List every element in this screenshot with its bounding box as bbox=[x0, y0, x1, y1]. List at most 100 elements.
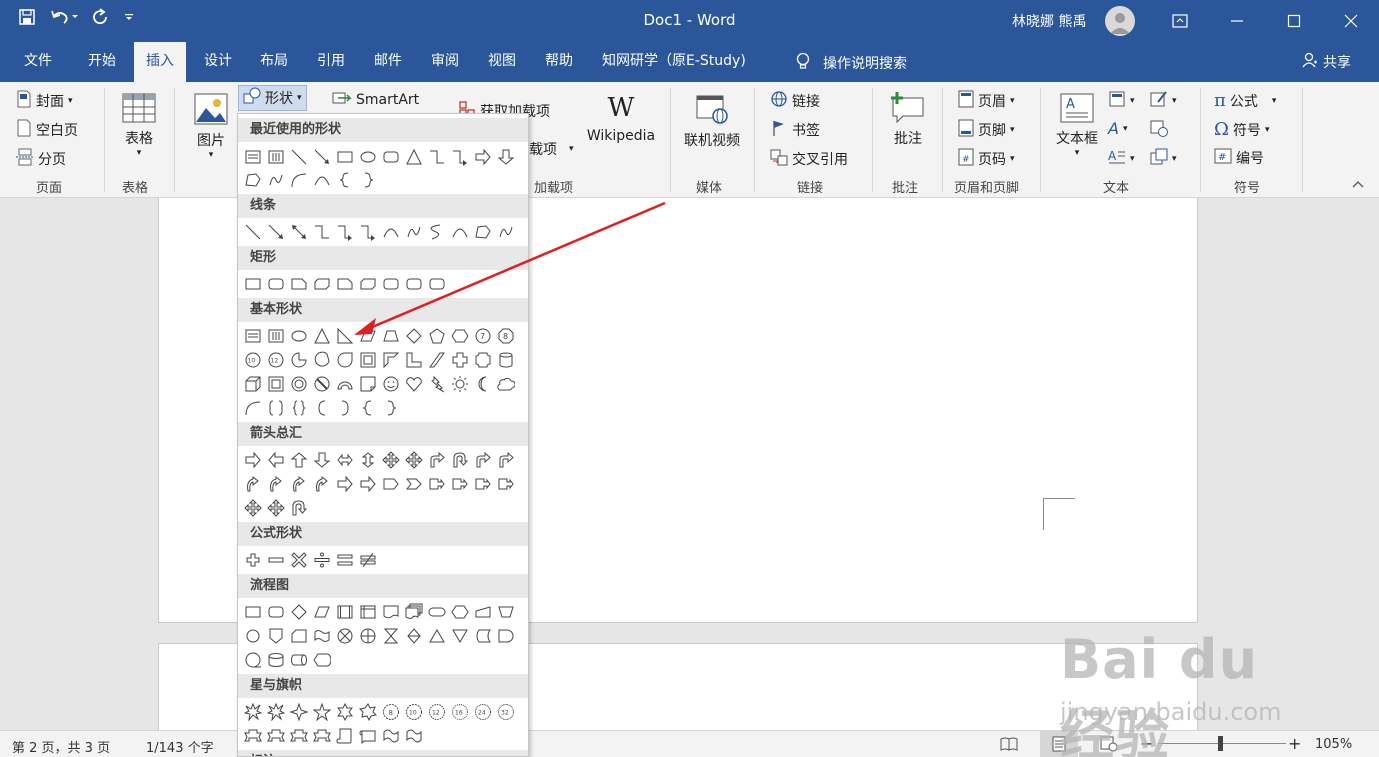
shape-pie-icon[interactable] bbox=[288, 349, 310, 371]
shape-oct-icon[interactable]: 8 bbox=[495, 325, 517, 347]
shape-can-icon[interactable] bbox=[495, 349, 517, 371]
shape-seqaccess-icon[interactable] bbox=[242, 649, 264, 671]
share-button[interactable]: 共享 bbox=[1302, 52, 1351, 72]
textbox-button[interactable]: A 文本框 ▾ bbox=[1052, 92, 1102, 158]
shape-lshape-icon[interactable] bbox=[403, 349, 425, 371]
my-addins-button[interactable]: 载项 ▾ bbox=[529, 139, 574, 159]
shape-blockarc-icon[interactable] bbox=[334, 373, 356, 395]
shape-lrarrow-icon[interactable] bbox=[334, 449, 356, 471]
shape-seal10-icon[interactable]: 10 bbox=[403, 701, 425, 723]
shape-callarrow-icon[interactable] bbox=[426, 473, 448, 495]
tab-help[interactable]: 帮助 bbox=[533, 42, 585, 82]
shape-bolt-icon[interactable] bbox=[426, 373, 448, 395]
shape-snip-icon[interactable] bbox=[334, 273, 356, 295]
shape-directaccess-icon[interactable] bbox=[288, 649, 310, 671]
user-name[interactable]: 林晓娜 熊禹 bbox=[1012, 11, 1086, 31]
shape-display-icon[interactable] bbox=[311, 649, 333, 671]
online-video-button[interactable]: 联机视频 bbox=[680, 92, 744, 150]
shape-curvearrow-icon[interactable] bbox=[242, 473, 264, 495]
shape-orshape-icon[interactable] bbox=[357, 625, 379, 647]
shape-wave-icon[interactable] bbox=[380, 725, 402, 747]
shape-trap-icon[interactable] bbox=[380, 325, 402, 347]
quick-parts-button[interactable]: ▾ bbox=[1108, 90, 1135, 112]
wordart-button[interactable]: A ▾ bbox=[1108, 119, 1127, 138]
shape-rarrow-icon[interactable] bbox=[472, 146, 494, 168]
shape-seal16-icon[interactable]: 16 bbox=[449, 701, 471, 723]
shape-star6-icon[interactable] bbox=[334, 701, 356, 723]
shape-div-icon[interactable] bbox=[311, 549, 333, 571]
page-break-button[interactable]: 分页 bbox=[16, 148, 66, 170]
zoom-level[interactable]: 105% bbox=[1315, 737, 1352, 752]
footer-button[interactable]: 页脚 ▾ bbox=[958, 119, 1015, 141]
shape-freeform-icon[interactable] bbox=[242, 169, 264, 191]
shape-curvearrow-icon[interactable] bbox=[265, 473, 287, 495]
shape-magdisk-icon[interactable] bbox=[265, 649, 287, 671]
shape-teardrop-icon[interactable] bbox=[334, 349, 356, 371]
minimize-icon[interactable] bbox=[1208, 0, 1265, 42]
shape-diag-icon[interactable] bbox=[426, 349, 448, 371]
tab-home[interactable]: 开始 bbox=[76, 42, 128, 82]
shape-ribbon-icon[interactable] bbox=[311, 725, 333, 747]
shape-bentarrow-icon[interactable] bbox=[495, 449, 517, 471]
shape-lbrace-icon[interactable] bbox=[334, 169, 356, 191]
signature-line-button[interactable]: ▾ bbox=[1150, 90, 1177, 112]
shape-scroll-icon[interactable] bbox=[334, 725, 356, 747]
shape-hex-icon[interactable] bbox=[449, 601, 471, 623]
shape-cube-icon[interactable] bbox=[242, 373, 264, 395]
shape-merge-icon[interactable] bbox=[449, 625, 471, 647]
shape-darrow-icon[interactable] bbox=[495, 146, 517, 168]
shape-punchtape-icon[interactable] bbox=[311, 625, 333, 647]
shape-internal-icon[interactable] bbox=[357, 601, 379, 623]
shape-halfframe-icon[interactable] bbox=[380, 349, 402, 371]
shape-bevel-icon[interactable] bbox=[265, 373, 287, 395]
shape-star5-icon[interactable] bbox=[311, 701, 333, 723]
shape-rarrow-icon[interactable] bbox=[242, 449, 264, 471]
shape-quadarrow-icon[interactable] bbox=[403, 449, 425, 471]
shape-squiggle-icon[interactable] bbox=[426, 221, 448, 243]
shape-callarrow-icon[interactable] bbox=[472, 473, 494, 495]
shape-textbox-icon[interactable] bbox=[242, 146, 264, 168]
shape-quadarrow-icon[interactable] bbox=[265, 497, 287, 519]
tell-me-search[interactable]: 操作说明搜索 bbox=[795, 52, 907, 74]
header-button[interactable]: 页眉 ▾ bbox=[958, 90, 1015, 112]
shape-manualop-icon[interactable] bbox=[495, 601, 517, 623]
shape-seal32-icon[interactable]: 32 bbox=[495, 701, 517, 723]
shape-plus-icon[interactable] bbox=[242, 549, 264, 571]
shape-scribble-icon[interactable] bbox=[265, 169, 287, 191]
shape-bentarrow-icon[interactable] bbox=[472, 449, 494, 471]
shape-mult-icon[interactable] bbox=[288, 549, 310, 571]
shape-rrect-icon[interactable] bbox=[426, 273, 448, 295]
word-count[interactable]: 1/143 个字 bbox=[146, 737, 214, 756]
shape-equal-icon[interactable] bbox=[334, 549, 356, 571]
shape-curvearrow-icon[interactable] bbox=[311, 473, 333, 495]
shape-tri-icon[interactable] bbox=[403, 146, 425, 168]
shape-smiley-icon[interactable] bbox=[380, 373, 402, 395]
shape-ribbon-icon[interactable] bbox=[288, 725, 310, 747]
shape-lbrace-icon[interactable] bbox=[357, 397, 379, 419]
shape-seal12-icon[interactable]: 12 bbox=[426, 701, 448, 723]
shape-callarrow-icon[interactable] bbox=[449, 473, 471, 495]
shape-rect-icon[interactable] bbox=[242, 273, 264, 295]
shape-star4-icon[interactable] bbox=[288, 701, 310, 723]
shape-plaque-icon[interactable] bbox=[472, 349, 494, 371]
tab-estudy[interactable]: 知网研学（原E-Study) bbox=[590, 42, 758, 82]
shape-rbrace-icon[interactable] bbox=[357, 169, 379, 191]
shapes-button[interactable]: 形状 ▾ bbox=[238, 85, 307, 111]
shape-elbowarrow-icon[interactable] bbox=[334, 221, 356, 243]
comment-button[interactable]: 批注 bbox=[886, 90, 930, 148]
shape-udarrow-icon[interactable] bbox=[357, 449, 379, 471]
shape-rrect-icon[interactable] bbox=[380, 146, 402, 168]
shape-elbow-icon[interactable] bbox=[311, 221, 333, 243]
collapse-ribbon-icon[interactable] bbox=[1352, 180, 1364, 188]
shape-curvearrow-icon[interactable] bbox=[288, 473, 310, 495]
shape-freeform-icon[interactable] bbox=[472, 221, 494, 243]
shape-scribble-icon[interactable] bbox=[403, 221, 425, 243]
shape-brackets-icon[interactable] bbox=[265, 397, 287, 419]
shape-pentarrow-icon[interactable] bbox=[380, 473, 402, 495]
avatar[interactable] bbox=[1105, 6, 1135, 36]
shape-card-icon[interactable] bbox=[288, 625, 310, 647]
shape-lbracket-icon[interactable] bbox=[311, 397, 333, 419]
shape-para-icon[interactable] bbox=[311, 601, 333, 623]
shape-collate-icon[interactable] bbox=[380, 625, 402, 647]
bookmark-button[interactable]: 书签 bbox=[770, 119, 820, 141]
